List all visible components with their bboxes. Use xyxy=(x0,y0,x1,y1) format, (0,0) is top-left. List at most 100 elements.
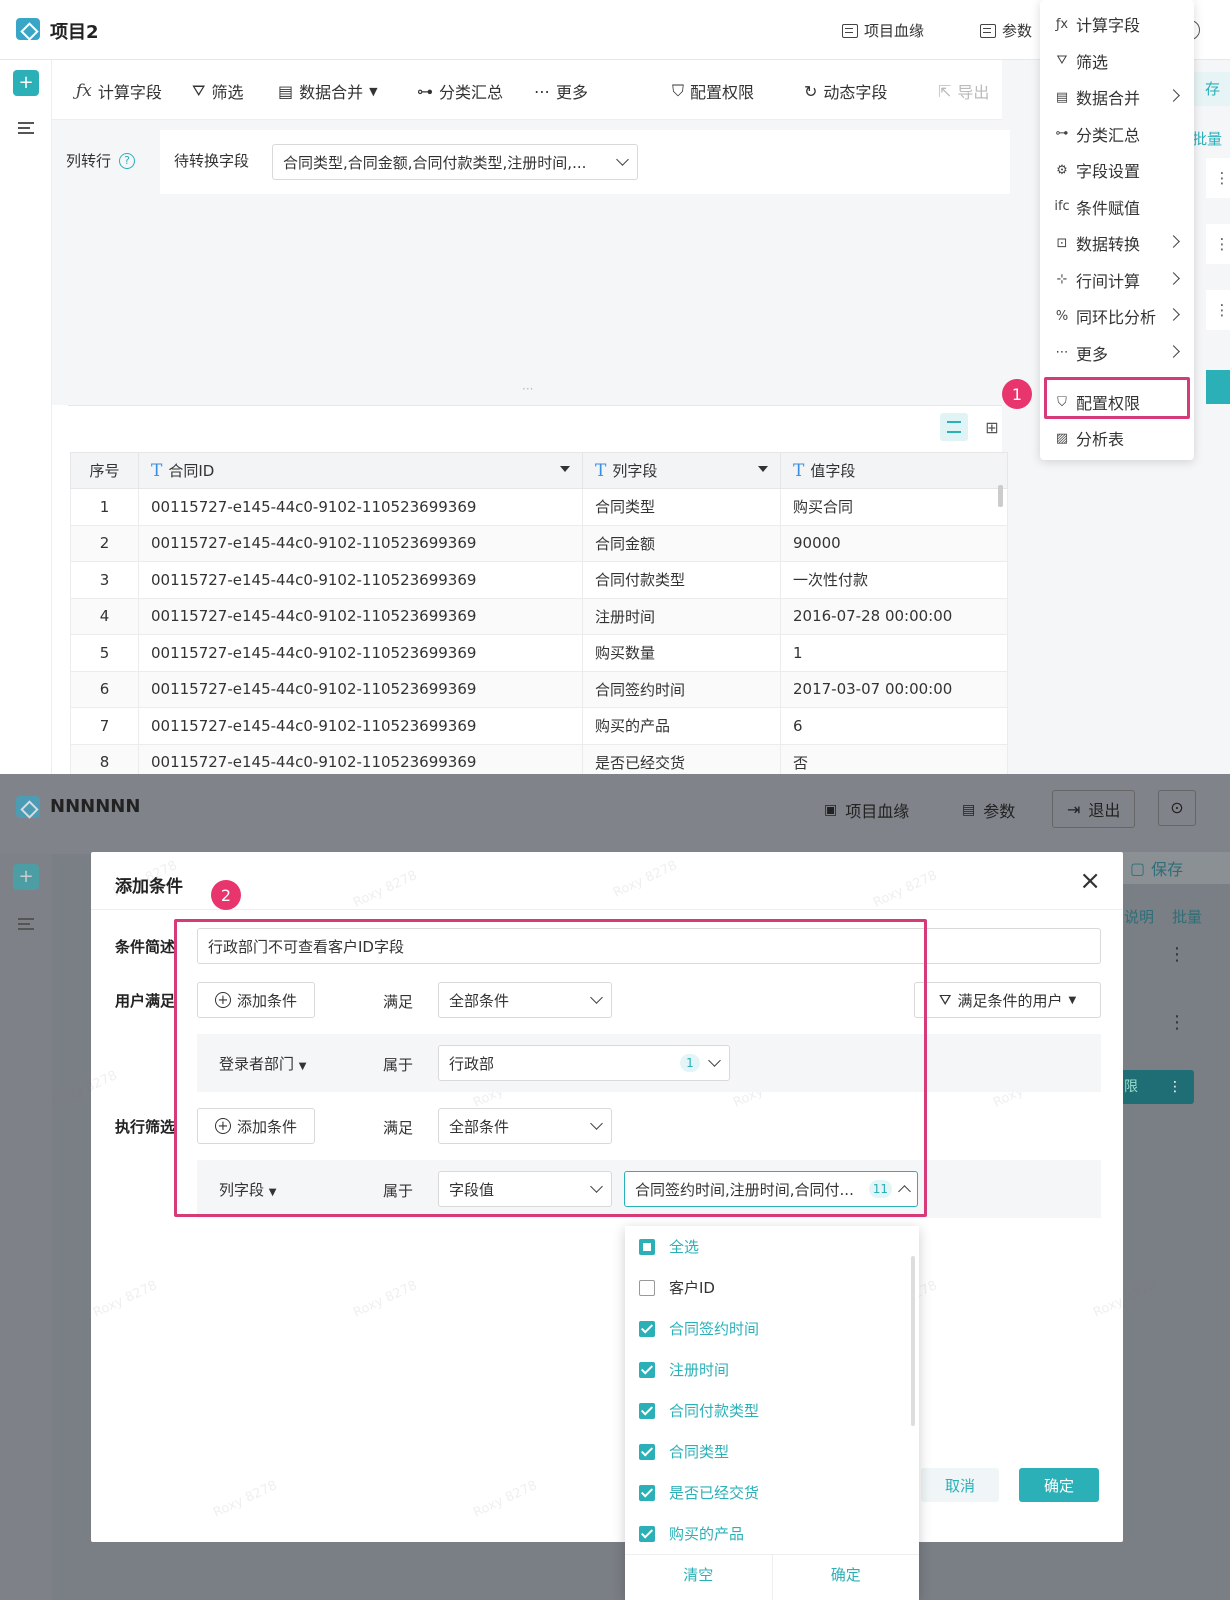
dropdown-confirm-button[interactable]: 确定 xyxy=(773,1555,920,1600)
group-summary-button[interactable]: ⊶ 分类汇总 xyxy=(417,79,503,103)
confirm-button[interactable]: 确定 xyxy=(1019,1468,1099,1502)
menu-item-data-merge[interactable]: ▤ 数据合并 xyxy=(1054,85,1186,109)
list-view-icon[interactable] xyxy=(940,413,968,441)
more-button[interactable]: ⋯ 更多 xyxy=(534,79,588,103)
matched-users-button[interactable]: ⛛ 满足条件的用户 ▼ xyxy=(914,982,1101,1018)
dropdown-option[interactable]: 客户ID xyxy=(639,1277,715,1298)
menu-item-group-summary[interactable]: ⊶ 分类汇总 xyxy=(1054,122,1186,146)
column-header-col-field[interactable]: T 列字段 xyxy=(582,452,781,489)
config-permission-button[interactable]: ⛉ 配置权限 xyxy=(672,79,754,103)
lineage-button[interactable]: ▣ 项目血缘 xyxy=(824,798,909,822)
grid-view-icon[interactable]: ⊞ xyxy=(978,413,1006,441)
exit-button[interactable]: ⇥ 退出 xyxy=(1052,790,1136,828)
params-button[interactable]: 参数 xyxy=(980,20,1032,41)
dropdown-option[interactable]: 合同签约时间 xyxy=(639,1318,759,1339)
calc-field-button[interactable]: ƒx 计算字段 xyxy=(76,79,162,103)
export-button[interactable]: ⇱ 导出 xyxy=(938,79,989,103)
table-scrollbar[interactable] xyxy=(998,485,1003,507)
checkbox-icon[interactable] xyxy=(639,1320,655,1337)
resize-handle[interactable]: ··· xyxy=(522,382,533,396)
checkbox-icon[interactable] xyxy=(639,1279,655,1296)
caret-down-icon[interactable] xyxy=(758,466,768,472)
table-row[interactable]: 6 00115727-e145-44c0-9102-110523699369 合同签… xyxy=(70,670,1008,708)
batch-link[interactable]: 批量 xyxy=(1172,906,1202,927)
list-icon[interactable] xyxy=(18,122,34,134)
filter-button[interactable]: ⛛ 筛选 xyxy=(192,79,243,103)
params-button[interactable]: ▤ 参数 xyxy=(962,798,1015,822)
menu-item-calc-field[interactable]: ƒx 计算字段 xyxy=(1054,12,1186,36)
checkbox-icon[interactable] xyxy=(639,1238,655,1255)
kebab-icon[interactable]: ⋮ xyxy=(1168,1070,1182,1104)
teal-button-fragment[interactable] xyxy=(1206,370,1230,404)
kebab-icon[interactable]: ⋮ xyxy=(1168,944,1186,965)
kebab-icon[interactable]: ⋮ xyxy=(1206,224,1230,264)
dropdown-footer: 清空 确定 xyxy=(625,1554,919,1600)
checkbox-icon[interactable] xyxy=(639,1525,655,1542)
params-icon: ▤ xyxy=(962,802,976,818)
add-step-icon[interactable]: + xyxy=(13,864,39,890)
kebab-icon[interactable]: ⋮ xyxy=(1206,290,1230,330)
lineage-button[interactable]: 项目血缘 xyxy=(842,20,924,41)
column-header-contract-id[interactable]: T 合同ID xyxy=(138,452,583,489)
table-row[interactable]: 3 00115727-e145-44c0-9102-110523699369 合同付… xyxy=(70,561,1008,599)
step-label: 列转行? xyxy=(66,150,136,171)
add-step-icon[interactable]: + xyxy=(13,70,39,96)
menu-item-field-settings[interactable]: ⚙ 字段设置 xyxy=(1054,158,1186,182)
checkbox-icon[interactable] xyxy=(639,1402,655,1419)
left-sidebar: + xyxy=(0,60,52,774)
dropdown-option[interactable]: 全选 xyxy=(639,1236,699,1257)
table-row[interactable]: 2 00115727-e145-44c0-9102-110523699369 合同金… xyxy=(70,524,1008,562)
fields-select[interactable]: 合同类型,合同金额,合同付款类型,注册时间,... xyxy=(272,144,638,180)
batch-fragment[interactable]: 批量 xyxy=(1192,128,1222,149)
shield-icon: ⛉ xyxy=(672,81,685,100)
table-row[interactable]: 8 00115727-e145-44c0-9102-110523699369 是否已… xyxy=(70,743,1008,774)
add-condition-dialog: Roxy 8278 Roxy 8278 Roxy 8278 Roxy 8278 Roxy… xyxy=(51,852,1160,1542)
filter-icon: ⛛ xyxy=(192,81,206,100)
menu-item-row-calc[interactable]: ⊹ 行间计算 xyxy=(1054,268,1186,292)
dropdown-option[interactable]: 购买的产品 xyxy=(639,1523,744,1544)
app-logo-icon xyxy=(16,796,40,818)
table-row[interactable]: 7 00115727-e145-44c0-9102-110523699369 购买的… xyxy=(70,707,1008,745)
table-row[interactable]: 4 00115727-e145-44c0-9102-110523699369 注册时… xyxy=(70,597,1008,635)
dropdown-option[interactable]: 合同类型 xyxy=(639,1441,729,1462)
menu-item-yoy-analysis[interactable]: % 同环比分析 xyxy=(1054,304,1186,328)
checkbox-icon[interactable] xyxy=(639,1484,655,1501)
config-form: 待转换字段 合同类型,合同金额,合同付款类型,注册时间,... xyxy=(160,130,1010,194)
dropdown-option[interactable]: 合同付款类型 xyxy=(639,1400,759,1421)
menu-item-more[interactable]: ⋯ 更多 xyxy=(1054,341,1186,365)
dropdown-option[interactable]: 是否已经交货 xyxy=(639,1482,759,1503)
kebab-icon[interactable]: ⋮ xyxy=(1206,158,1230,198)
table-cell: 4 xyxy=(70,597,139,635)
watermark: Roxy 8278 xyxy=(611,858,680,901)
chevron-right-icon xyxy=(1167,308,1180,321)
menu-item-conditional-assign[interactable]: ifc 条件赋值 xyxy=(1054,195,1186,219)
lineage-icon xyxy=(842,23,858,38)
dynamic-field-button[interactable]: ↻ 动态字段 xyxy=(804,79,887,103)
explain-link[interactable]: 说明 xyxy=(1124,906,1154,927)
column-header-value-field[interactable]: T 值字段 xyxy=(780,452,1008,489)
caret-down-icon[interactable] xyxy=(560,466,570,472)
dropdown-scrollbar[interactable] xyxy=(911,1256,915,1426)
table-cell: 00115727-e145-44c0-9102-110523699369 xyxy=(138,707,583,745)
checkbox-icon[interactable] xyxy=(639,1443,655,1460)
save-button[interactable]: ▢ 保存 xyxy=(1116,852,1230,884)
help-icon[interactable]: ? xyxy=(119,152,136,169)
data-merge-button[interactable]: ▤ 数据合并 ▼ xyxy=(278,79,378,103)
close-icon[interactable]: × xyxy=(1079,866,1101,896)
dropdown-option[interactable]: 注册时间 xyxy=(639,1359,729,1380)
cancel-button[interactable]: 取消 xyxy=(921,1468,999,1502)
checkbox-icon[interactable] xyxy=(639,1361,655,1378)
ellipsis-circle-icon: ⋯ xyxy=(534,81,550,101)
clear-button[interactable]: 清空 xyxy=(625,1555,773,1600)
table-row[interactable]: 1 00115727-e145-44c0-9102-110523699369 合同类… xyxy=(70,488,1008,526)
table-row[interactable]: 5 00115727-e145-44c0-9102-110523699369 购买数… xyxy=(70,634,1008,672)
list-icon[interactable] xyxy=(18,918,34,930)
kebab-icon[interactable]: ⋮ xyxy=(1168,1012,1186,1033)
menu-item-filter[interactable]: ⛛ 筛选 xyxy=(1054,49,1186,73)
permission-button[interactable]: 限 ⋮ xyxy=(1116,1070,1194,1104)
menu-item-analysis-table[interactable]: ▨ 分析表 xyxy=(1054,426,1186,450)
more-circle-icon[interactable]: ⊙ xyxy=(1158,790,1196,826)
top-screenshot: 项目2 项目血缘 参数 + ƒx 计算字段 ⛛ 筛选 ▤ 数据合并 ▼ ⊶ 分类汇总 ⋯ 更… xyxy=(0,0,1230,774)
left-sidebar: + xyxy=(0,854,52,1600)
menu-item-data-transform[interactable]: ⊡ 数据转换 xyxy=(1054,231,1186,255)
